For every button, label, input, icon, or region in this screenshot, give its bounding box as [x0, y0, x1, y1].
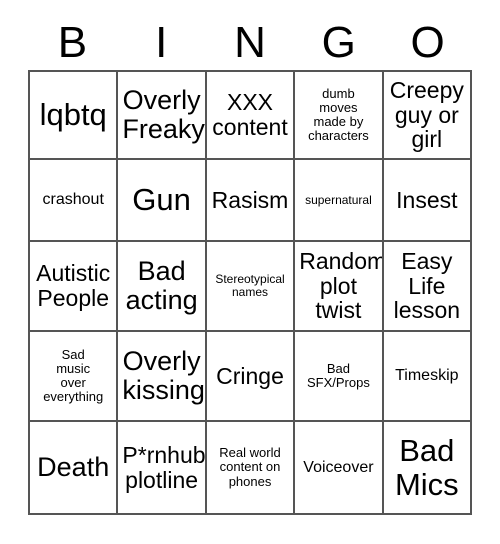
bingo-card: B I N G O lqbtq Overly Freaky XXX conten… [0, 0, 500, 544]
bingo-cell-label: Autistic People [36, 260, 111, 311]
bingo-cell[interactable]: Sad music over everything [30, 332, 119, 422]
bingo-row: crashout Gun Rasism supernatural Insest [30, 160, 473, 242]
bingo-cell-label: Gun [132, 182, 191, 218]
bingo-cell-label: lqbtq [39, 97, 107, 133]
bingo-cell[interactable]: Timeskip [383, 332, 473, 422]
header-letter-g: G [321, 18, 356, 67]
bingo-cell-label: crashout [42, 191, 104, 209]
bingo-cell-label: Timeskip [395, 367, 459, 385]
bingo-cell[interactable]: Cringe [206, 332, 296, 422]
bingo-header: B I N G O [28, 16, 472, 70]
bingo-row: Sad music over everything Overly kissing… [30, 332, 473, 422]
bingo-cell[interactable]: dumb moves made by characters [295, 72, 384, 160]
bingo-cell[interactable]: Rasism [206, 160, 296, 242]
header-letter-b: B [57, 18, 88, 67]
bingo-cell[interactable]: Overly kissing [118, 332, 207, 422]
header-letter-i: I [155, 18, 168, 67]
bingo-cell-label: supernatural [305, 192, 372, 207]
bingo-cell[interactable]: Autistic People [30, 242, 119, 332]
bingo-cell-label: Bad Mics [394, 433, 459, 502]
bingo-cell[interactable]: supernatural [295, 160, 384, 242]
bingo-cell-label: Bad acting [125, 255, 198, 315]
bingo-cell[interactable]: Bad SFX/Props [295, 332, 384, 422]
bingo-cell-label: Stereotypical names [215, 272, 285, 299]
bingo-cell[interactable]: Random plot twist [295, 242, 384, 332]
bingo-cell[interactable]: Bad Mics [383, 422, 473, 515]
bingo-cell[interactable]: Death [30, 422, 119, 515]
bingo-cell-label: P*rnhub plotline [122, 441, 206, 493]
bingo-cell-label: Overly Freaky [122, 84, 205, 144]
bingo-cell[interactable]: Overly Freaky [118, 72, 207, 160]
bingo-cell-label: Sad music over everything [43, 346, 104, 405]
bingo-row: Autistic People Bad acting Stereotypical… [30, 242, 473, 332]
bingo-cell-label: Random plot twist [299, 247, 384, 324]
bingo-row: lqbtq Overly Freaky XXX content dumb mov… [30, 72, 473, 160]
bingo-cell[interactable]: Voiceover [295, 422, 384, 515]
bingo-cell[interactable]: Real world content on phones [206, 422, 296, 515]
bingo-cell[interactable]: lqbtq [30, 72, 119, 160]
bingo-cell-label: Creepy guy or girl [389, 76, 464, 153]
bingo-cell-label: Real world content on phones [219, 445, 281, 489]
bingo-cell-label: XXX content [212, 89, 288, 140]
bingo-cell[interactable]: P*rnhub plotline [118, 422, 207, 515]
bingo-cell-label: Bad SFX/Props [306, 360, 370, 390]
bingo-cell[interactable]: Bad acting [118, 242, 207, 332]
bingo-cell-label: Rasism [211, 186, 289, 213]
bingo-cell-label: Cringe [216, 362, 284, 389]
bingo-cell-label: Death [37, 451, 110, 482]
bingo-cell[interactable]: Stereotypical names [206, 242, 296, 332]
header-letter-n: N [234, 18, 266, 67]
bingo-cell-label: Voiceover [303, 458, 374, 476]
bingo-cell[interactable]: Insest [383, 160, 473, 242]
bingo-cell[interactable]: XXX content [206, 72, 296, 160]
bingo-cell-label: Insest [396, 186, 458, 213]
header-letter-o: O [410, 18, 445, 67]
bingo-cell-label: dumb moves made by characters [308, 85, 369, 144]
bingo-row: Death P*rnhub plotline Real world conten… [30, 422, 473, 515]
bingo-cell[interactable]: Gun [118, 160, 207, 242]
bingo-cell[interactable]: crashout [30, 160, 119, 242]
bingo-cell-label: Easy Life lesson [393, 247, 461, 324]
bingo-cell-label: Overly kissing [122, 345, 205, 405]
bingo-grid: lqbtq Overly Freaky XXX content dumb mov… [28, 70, 473, 515]
bingo-cell[interactable]: Easy Life lesson [383, 242, 473, 332]
bingo-cell[interactable]: Creepy guy or girl [383, 72, 473, 160]
